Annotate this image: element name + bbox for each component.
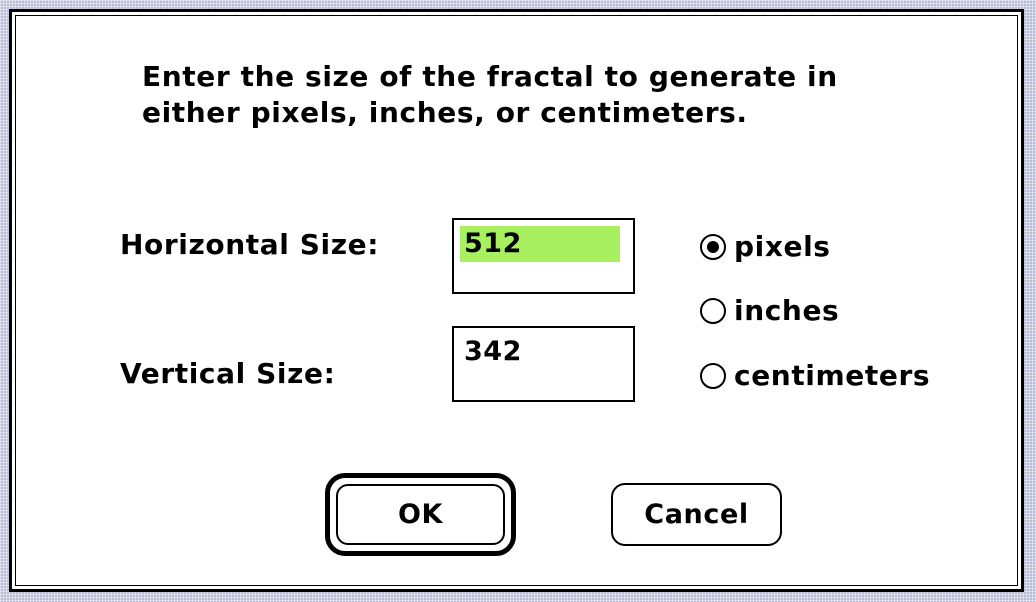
radio-selected-icon[interactable] (700, 234, 726, 260)
fractal-size-dialog: Enter the size of the fractal to generat… (9, 9, 1024, 592)
horizontal-size-label: Horizontal Size: (120, 228, 380, 261)
cancel-button-label: Cancel (644, 499, 749, 530)
radio-inches[interactable]: inches (700, 293, 839, 329)
radio-pixels-label[interactable]: pixels (734, 231, 831, 263)
radio-inches-label[interactable]: inches (734, 295, 839, 327)
radio-centimeters-label[interactable]: centimeters (734, 360, 930, 392)
radio-dot-icon (707, 241, 719, 253)
radio-unselected-icon[interactable] (700, 363, 726, 389)
radio-pixels[interactable]: pixels (700, 229, 831, 265)
ok-button-label: OK (397, 499, 444, 530)
ok-button-default-ring: OK (325, 473, 516, 556)
vertical-size-value[interactable]: 342 (460, 334, 526, 370)
ok-button[interactable]: OK (336, 484, 505, 545)
vertical-size-field[interactable]: 342 (452, 326, 635, 402)
vertical-size-label: Vertical Size: (120, 357, 336, 390)
radio-unselected-icon[interactable] (700, 298, 726, 324)
radio-centimeters[interactable]: centimeters (700, 358, 930, 394)
dialog-prompt: Enter the size of the fractal to generat… (142, 60, 838, 129)
cancel-button[interactable]: Cancel (611, 483, 782, 546)
horizontal-size-field[interactable]: 512 (452, 218, 635, 294)
horizontal-size-value[interactable]: 512 (460, 226, 620, 262)
dialog-inner-frame: Enter the size of the fractal to generat… (15, 15, 1018, 586)
